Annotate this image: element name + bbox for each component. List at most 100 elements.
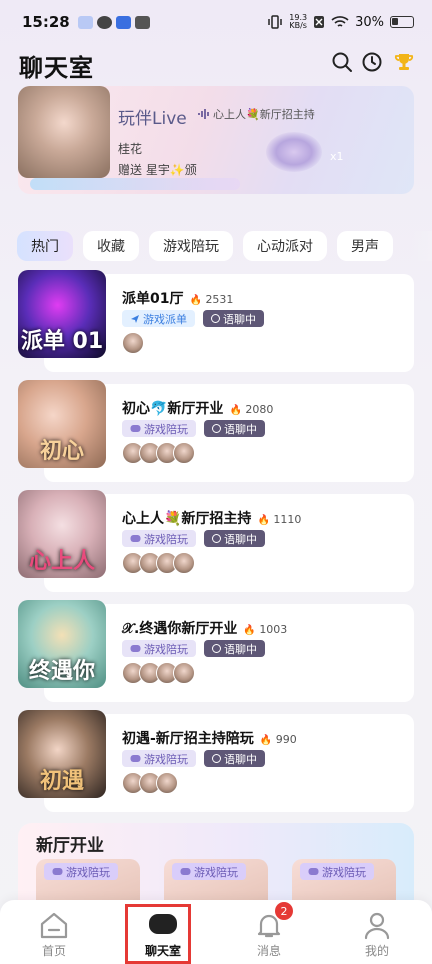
room-card[interactable]: 派单 01 派单01厅 🔥 2531 游戏派单 语聊中 <box>18 270 414 372</box>
banner-gift-text: 赠送 星宇✨颁 <box>118 163 197 177</box>
room-type-badge: 游戏陪玩 <box>300 863 374 880</box>
room-name: 𝒳.终遇你新厅开业 🔥 1003 <box>122 621 288 637</box>
nav-label: 消息 <box>256 944 281 958</box>
room-card[interactable]: 初遇 初遇-新厅招主持陪玩 🔥 990 游戏陪玩 语聊中 <box>18 710 414 812</box>
room-cover: 初心 <box>18 380 106 468</box>
room-list: 派单 01 派单01厅 🔥 2531 游戏派单 语聊中 初心 初心🐬新厅开业 🔥 2… <box>18 270 414 820</box>
room-cover: 派单 01 <box>18 270 106 358</box>
home-icon <box>40 912 68 939</box>
room-card[interactable]: 心上人 心上人💐新厅招主持 🔥 1110 游戏陪玩 语聊中 <box>18 490 414 592</box>
heat-count: 🔥 1003 <box>243 623 288 636</box>
banner-decoration <box>30 178 240 190</box>
ring-icon <box>212 424 221 433</box>
tab-hot[interactable]: 热门 <box>17 231 73 261</box>
tab-male-voice[interactable]: 男声 <box>337 231 393 261</box>
ring-icon <box>212 754 221 763</box>
gamepad-icon <box>180 868 191 875</box>
member-avatars <box>122 772 178 794</box>
room-type-badge: 游戏派单 <box>122 310 195 327</box>
ring-icon <box>212 534 221 543</box>
search-icon[interactable] <box>331 51 353 73</box>
tab-heartbeat-party[interactable]: 心动派对 <box>243 231 327 261</box>
cover-title: 初心 <box>39 439 84 464</box>
battery-percent: 30% <box>355 14 384 30</box>
room-card[interactable]: 初心 初心🐬新厅开业 🔥 2080 游戏陪玩 语聊中 <box>18 380 414 482</box>
battery-icon <box>390 16 414 28</box>
room-type-badge: 游戏陪玩 <box>122 640 196 657</box>
avatar <box>173 662 195 684</box>
voice-chat-badge: 语聊中 <box>203 310 264 327</box>
heat-count: 🔥 990 <box>259 733 297 746</box>
nav-label: 我的 <box>364 944 389 958</box>
live-gift-banner[interactable]: 玩伴Live 心上人💐新厅招主持 桂花 赠送 星宇✨颁 x1 <box>18 86 414 194</box>
net-speed: 19.3 KB/s <box>289 13 308 30</box>
room-badges: 游戏派单 语聊中 <box>122 310 264 327</box>
cover-title: 初遇 <box>39 769 84 794</box>
status-time: 15:28 <box>22 13 70 31</box>
flame-icon: 🔥 <box>259 735 273 746</box>
banner-room: 心上人💐新厅招主持 <box>198 106 315 122</box>
ring-icon <box>211 314 220 323</box>
member-avatars <box>122 332 144 354</box>
history-clock-icon[interactable] <box>361 51 383 73</box>
gamepad-icon <box>130 645 141 652</box>
room-type-badge: 游戏陪玩 <box>122 420 196 437</box>
section-title: 新厅开业 <box>36 836 104 856</box>
voice-chat-badge: 语聊中 <box>204 640 265 657</box>
nav-home[interactable]: 首页 <box>14 900 94 964</box>
flame-icon: 🔥 <box>229 405 242 416</box>
room-type-badge: 游戏陪玩 <box>122 750 196 767</box>
cover-title: 心上人 <box>28 549 95 574</box>
room-name: 派单01厅 🔥 2531 <box>122 291 234 307</box>
status-bar: 15:28 19.3 KB/s 30% <box>0 0 432 44</box>
app-notification-icon <box>96 15 112 29</box>
vibrate-icon <box>268 15 283 29</box>
flame-icon: 🔥 <box>189 295 202 306</box>
room-name: 心上人💐新厅招主持 🔥 1110 <box>122 511 302 527</box>
room-badges: 游戏陪玩 语聊中 <box>122 750 265 767</box>
member-avatars <box>122 442 195 464</box>
cover-title: 终遇你 <box>28 659 95 684</box>
gamepad-icon <box>130 535 141 542</box>
flame-icon: 🔥 <box>257 515 270 526</box>
unread-badge: 2 <box>275 902 293 920</box>
category-tabs: 热门 收藏 游戏陪玩 心动派对 男声 <box>17 231 432 261</box>
room-cover: 终遇你 <box>18 600 106 688</box>
trophy-icon[interactable] <box>393 51 415 73</box>
app-notification-icon <box>115 15 131 29</box>
app-notification-icon <box>134 15 150 29</box>
gamepad-icon <box>52 868 63 875</box>
gamepad-icon <box>130 425 141 432</box>
tab-game-companion[interactable]: 游戏陪玩 <box>149 231 233 261</box>
voice-chat-badge: 语聊中 <box>204 420 265 437</box>
nav-messages[interactable]: 2 消息 <box>229 900 309 964</box>
nav-profile[interactable]: 我的 <box>337 900 417 964</box>
tabs-fade <box>412 231 432 261</box>
tab-favorites[interactable]: 收藏 <box>83 231 139 261</box>
app-notification-icon <box>77 15 93 29</box>
room-card[interactable]: 终遇你 𝒳.终遇你新厅开业 🔥 1003 游戏陪玩 语聊中 <box>18 600 414 702</box>
gamepad-icon <box>308 868 319 875</box>
selection-highlight <box>125 904 191 964</box>
bottom-nav: 首页 聊天室 2 消息 我的 <box>0 900 432 964</box>
room-name: 初心🐬新厅开业 🔥 2080 <box>122 401 274 417</box>
gamepad-icon <box>130 755 141 762</box>
room-name: 初遇-新厅招主持陪玩 🔥 990 <box>122 731 297 747</box>
room-badges: 游戏陪玩 语聊中 <box>122 530 265 547</box>
voice-chat-badge: 语聊中 <box>204 750 265 767</box>
wifi-icon <box>331 16 349 27</box>
nav-label: 首页 <box>41 944 66 958</box>
gift-count: x1 <box>330 150 344 163</box>
header: 聊天室 <box>0 44 432 84</box>
flame-icon: 🔥 <box>243 625 256 636</box>
room-type-badge: 游戏陪玩 <box>122 530 196 547</box>
gift-gem-icon <box>266 132 322 172</box>
heat-count: 🔥 2531 <box>189 293 234 306</box>
avatar <box>122 332 144 354</box>
room-cover: 心上人 <box>18 490 106 578</box>
banner-room-name: 心上人💐新厅招主持 <box>213 108 315 121</box>
cover-title: 派单 01 <box>20 329 104 354</box>
heat-count: 🔥 1110 <box>257 513 302 526</box>
avatar <box>173 552 195 574</box>
page-title: 聊天室 <box>19 54 94 82</box>
